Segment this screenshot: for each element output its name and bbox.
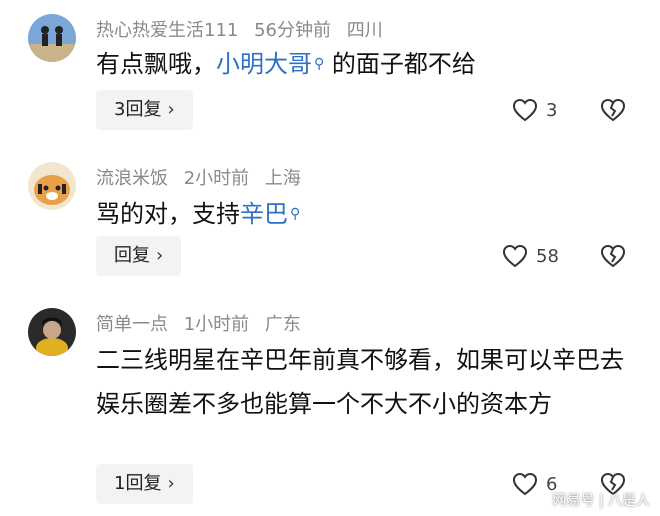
comment-item: 简单一点 1小时前 广东 二三线明星在辛巴年前真不够看，如果可以辛巴去娱乐圈差不… xyxy=(0,290,660,516)
avatar[interactable] xyxy=(28,308,76,356)
chevron-right-icon: › xyxy=(156,245,164,266)
location: 四川 xyxy=(346,20,383,41)
comment-item: 流浪米饭 2小时前 上海 骂的对，支持辛巴 ⚲ 回复 › 58 xyxy=(0,140,660,290)
username[interactable]: 流浪米饭 xyxy=(96,168,168,189)
avatar[interactable] xyxy=(28,162,76,210)
search-icon: ⚲ xyxy=(290,206,301,222)
reply-button[interactable]: 3回复 › xyxy=(96,90,193,130)
chevron-right-icon: › xyxy=(167,99,175,120)
location: 上海 xyxy=(264,168,301,189)
like-button[interactable]: 6 xyxy=(512,472,557,496)
location: 广东 xyxy=(264,314,301,335)
heart-icon xyxy=(512,98,538,122)
broken-heart-icon xyxy=(600,98,626,122)
like-count: 58 xyxy=(536,245,559,267)
chevron-right-icon: › xyxy=(167,473,175,494)
dislike-button[interactable] xyxy=(600,98,626,126)
comment-text: 有点飘哦，小明大哥 ⚲ 的面子都不给 xyxy=(96,50,476,78)
like-button[interactable]: 58 xyxy=(502,244,559,268)
like-count: 3 xyxy=(546,99,558,121)
comment-text: 骂的对，支持辛巴 ⚲ xyxy=(96,200,301,228)
timestamp: 2小时前 xyxy=(183,168,250,189)
username[interactable]: 简单一点 xyxy=(96,314,168,335)
comment-text: 二三线明星在辛巴年前真不够看，如果可以辛巴去娱乐圈差不多也能算一个不大不小的资本… xyxy=(96,346,624,418)
timestamp: 1小时前 xyxy=(183,314,250,335)
broken-heart-icon xyxy=(600,244,626,268)
dislike-button[interactable] xyxy=(600,244,626,272)
avatar[interactable] xyxy=(28,14,76,62)
username[interactable]: 热心热爱生活111 xyxy=(96,20,238,41)
comment-meta: 热心热爱生活111 56分钟前 四川 xyxy=(96,16,393,42)
heart-icon xyxy=(502,244,528,268)
comment-meta: 简单一点 1小时前 广东 xyxy=(96,310,311,336)
topic-link[interactable]: 辛巴 ⚲ xyxy=(240,200,300,228)
reply-button[interactable]: 1回复 › xyxy=(96,464,193,504)
search-icon: ⚲ xyxy=(314,56,325,72)
like-button[interactable]: 3 xyxy=(512,98,557,122)
heart-icon xyxy=(512,472,538,496)
comment-meta: 流浪米饭 2小时前 上海 xyxy=(96,164,311,190)
timestamp: 56分钟前 xyxy=(254,20,331,41)
reply-button[interactable]: 回复 › xyxy=(96,236,182,276)
watermark: 网易号 | 八是人 xyxy=(552,493,650,509)
topic-link[interactable]: 小明大哥 ⚲ xyxy=(216,50,324,78)
comment-item: 热心热爱生活111 56分钟前 四川 有点飘哦，小明大哥 ⚲ 的面子都不给 3回复… xyxy=(0,0,660,140)
